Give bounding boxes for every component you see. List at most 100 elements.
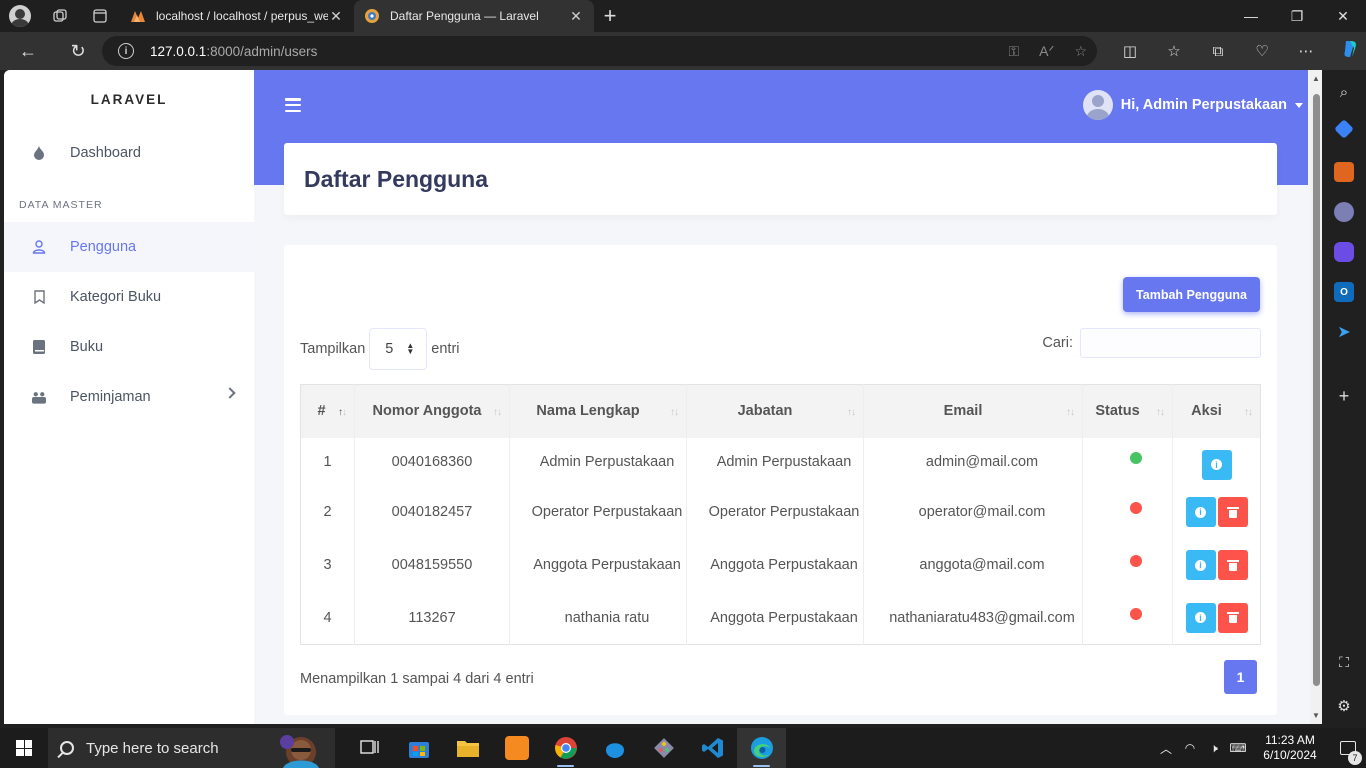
column-header-aksi[interactable]: Aksi ↑↓ [1172,384,1261,438]
search-input[interactable] [1080,328,1261,358]
hamburger-menu-icon[interactable] [285,98,301,112]
tab-phpmyadmin[interactable]: localhost / localhost / perpus_we ✕ [120,0,354,32]
sidebar: LARAVEL Dashboard DATA MASTER Pengguna K… [4,70,254,724]
sidebar-item-peminjaman[interactable]: Peminjaman [4,372,254,422]
copilot-icon[interactable] [1328,39,1366,63]
favorites-icon[interactable]: ☆ [1152,42,1196,60]
page-length-select[interactable]: 5 ▲ ▼ [369,328,428,370]
speaker-muted-icon[interactable]: 🕨 [1202,741,1226,756]
cell-nama-lengkap: Operator Perpustakaan [509,485,687,539]
windows-start-icon[interactable] [0,728,48,768]
close-icon[interactable]: ✕ [328,8,344,25]
outlook-icon[interactable]: O [1334,282,1354,302]
column-header-jabatan[interactable]: Jabatan ↑↓ [686,384,864,438]
taskbar-search-input[interactable]: Type here to search [48,728,335,768]
column-header-status[interactable]: Status ↑↓ [1082,384,1173,438]
column-label: Jabatan [737,403,793,420]
page-scrollbar[interactable]: ▲ ▼ [1310,70,1322,724]
tab-title: localhost / localhost / perpus_we [156,9,328,23]
new-tab-icon[interactable]: + [594,3,626,29]
search-icon[interactable]: ⌕ [1334,82,1354,102]
column-label: # [317,403,326,420]
add-user-button[interactable]: Tambah Pengguna [1123,277,1260,312]
key-icon[interactable]: ⚿ [1009,43,1020,60]
detail-button[interactable]: i [1201,449,1232,480]
read-aloud-icon[interactable]: Aᐟ [1039,43,1054,60]
favorite-star-icon[interactable]: ☆ [1074,43,1087,60]
sidebar-item-kategori-buku[interactable]: Kategori Buku [4,272,254,322]
profile-icon[interactable] [0,0,40,32]
file-explorer-icon[interactable] [443,728,492,768]
detail-button[interactable]: i [1185,550,1216,580]
brand-logo[interactable]: LARAVEL [4,70,254,128]
info-icon: i [1195,612,1206,624]
notification-center-icon[interactable]: 7 [1330,741,1366,765]
status-active-indicator [1129,451,1142,464]
more-menu-icon[interactable]: ⋯ [1284,42,1328,60]
edge-icon[interactable] [737,728,786,768]
cell-status [1082,437,1173,486]
tab-actions-icon[interactable] [80,0,120,32]
detail-button[interactable]: i [1185,497,1216,527]
column-header-no[interactable]: # ↑↓ [300,384,355,438]
games-icon[interactable] [1334,202,1354,222]
send-icon[interactable]: ➤ [1334,322,1354,342]
screenshot-icon[interactable]: ⛶ [1334,652,1354,672]
chevron-up-icon[interactable]: ︿ [1154,740,1178,757]
delete-button[interactable] [1217,602,1248,633]
network-icon[interactable]: ◠ [1178,741,1202,755]
cell-nomor-anggota: 113267 [354,591,510,645]
scroll-up-icon[interactable]: ▲ [1312,74,1320,83]
delete-button[interactable] [1217,497,1248,527]
ime-icon[interactable]: ⌨ [1226,741,1250,755]
column-header-nomor-anggota[interactable]: Nomor Anggota ↑↓ [354,384,510,438]
clock[interactable]: 11:23 AM 6/10/2024 [1250,733,1330,763]
add-sidebar-icon[interactable]: + [1334,386,1354,406]
refresh-icon[interactable]: ↻ [56,32,100,70]
app-blue-icon[interactable] [590,728,639,768]
cell-status [1082,485,1173,539]
sidebar-item-dashboard[interactable]: Dashboard [4,128,254,178]
tab-daftar-pengguna[interactable]: Daftar Pengguna — Laravel ✕ [354,0,594,32]
cell-nomor-anggota: 0040168360 [354,437,510,486]
url-input[interactable]: i 127.0.0.1:8000/admin/users ⚿ Aᐟ ☆ [102,36,1097,66]
chrome-icon[interactable] [541,728,590,768]
status-inactive-indicator [1129,607,1142,620]
pagination-page-1[interactable]: 1 [1224,660,1257,694]
microsoft-365-icon[interactable] [1334,242,1354,262]
scroll-down-icon[interactable]: ▼ [1312,711,1320,720]
back-icon[interactable]: ← [0,32,56,70]
user-icon [32,240,46,254]
site-info-icon[interactable]: i [118,43,134,59]
microsoft-store-icon[interactable] [394,728,443,768]
split-screen-icon[interactable]: ◫ [1108,42,1152,60]
close-window-icon[interactable]: ✕ [1320,0,1366,32]
url-host: 127.0.0.1 [150,43,207,59]
tools-icon[interactable] [1334,162,1354,182]
close-icon[interactable]: ✕ [568,8,584,25]
workspaces-icon[interactable] [40,0,80,32]
scrollbar-thumb[interactable] [1313,94,1320,686]
user-dropdown[interactable]: Hi, Admin Perpustakaan [1082,90,1303,120]
collections-icon[interactable]: ⧉ [1196,43,1240,60]
minimize-icon[interactable]: — [1228,0,1274,32]
sidebar-item-label: Buku [70,339,104,355]
sidebar-item-buku[interactable]: Buku [4,322,254,372]
browser-essentials-icon[interactable]: ♡ [1240,42,1284,60]
detail-button[interactable]: i [1185,602,1216,633]
xampp-icon[interactable] [492,728,541,768]
column-header-email[interactable]: Email ↑↓ [863,384,1083,438]
restore-icon[interactable]: ❐ [1274,0,1320,32]
vscode-icon[interactable] [688,728,737,768]
task-view-icon[interactable] [345,728,394,768]
settings-gear-icon[interactable]: ⚙ [1334,696,1354,716]
info-icon: i [1211,459,1222,470]
shopping-tag-icon[interactable] [1334,119,1354,139]
delete-button[interactable] [1217,550,1248,580]
column-header-nama-lengkap[interactable]: Nama Lengkap ↑↓ [509,384,687,438]
menu-section-header: DATA MASTER [19,199,103,211]
git-tool-icon[interactable] [639,728,688,768]
cell-email: anggota@mail.com [863,538,1083,592]
sort-icon: ↑↓ [1066,407,1075,418]
sidebar-item-pengguna[interactable]: Pengguna [4,222,254,272]
